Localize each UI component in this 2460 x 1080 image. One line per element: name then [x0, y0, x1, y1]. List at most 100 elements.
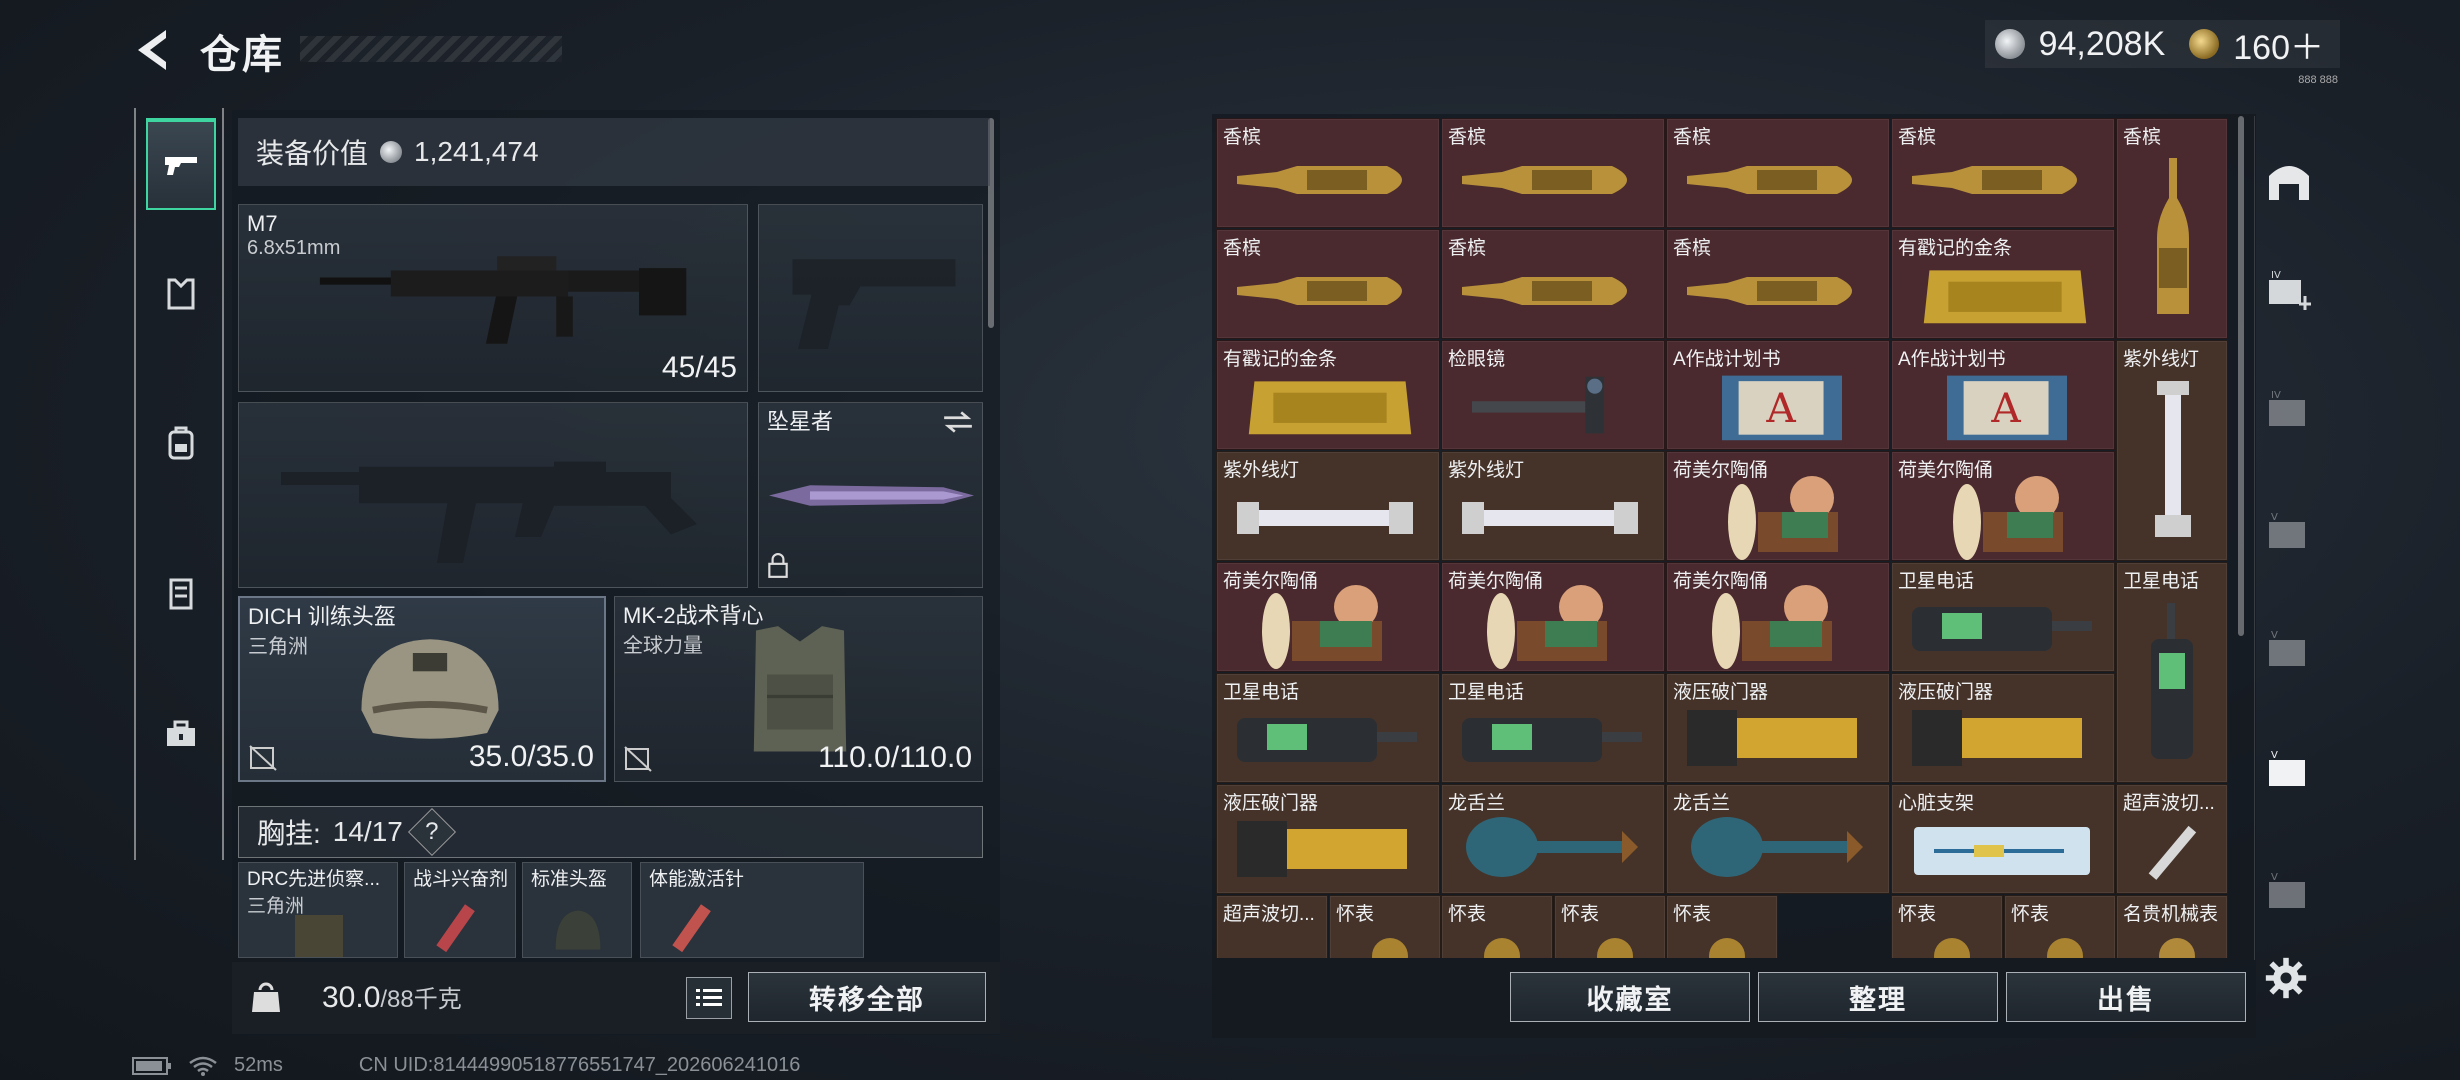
storage-item-breaching-tool[interactable]: 液压破门器	[1891, 673, 2115, 783]
pocket-watch-icon	[1484, 938, 1520, 958]
pocket-watch-icon	[1372, 938, 1408, 958]
primary-weapon-slot[interactable]: M7 6.8x51mm 45/45	[238, 204, 748, 392]
champagne-icon	[2157, 158, 2189, 314]
storage-item-breaching-tool[interactable]: 液压破门器	[1216, 784, 1440, 894]
storage-item-ultrasonic-cutter[interactable]: 超声波切...	[1216, 895, 1328, 958]
help-icon[interactable]: ?	[407, 807, 456, 857]
storage-item-figurine[interactable]: 荷美尔陶俑	[1666, 451, 1890, 561]
storage-item-uv-lamp[interactable]: 紫外线灯	[2116, 340, 2228, 561]
silver-coin-icon	[380, 141, 403, 163]
tab-storage-add[interactable]: IV	[2265, 266, 2313, 314]
ping-value: 52ms	[234, 1054, 283, 1076]
storage-item-champagne[interactable]: 香槟	[2116, 118, 2228, 339]
svg-text:V: V	[2271, 872, 2278, 883]
storage-item-champagne[interactable]: 香槟	[1216, 118, 1440, 228]
figurine-icon	[1728, 476, 1838, 560]
storage-item-sat-phone[interactable]: 卫星电话	[1441, 673, 1665, 783]
storage-item-figurine[interactable]: 荷美尔陶俑	[1216, 562, 1440, 672]
melee-slot[interactable]: 坠星者	[758, 402, 983, 588]
storage-item-sat-phone[interactable]: 卫星电话	[1891, 562, 2115, 672]
storage-item-uv-lamp[interactable]: 紫外线灯	[1216, 451, 1440, 561]
storage-item-gold-bar[interactable]: 有戳记的金条	[1216, 340, 1440, 450]
tab-storage-4[interactable]: IV	[2265, 386, 2313, 434]
storage-item-champagne[interactable]: 香槟	[1891, 118, 2115, 228]
storage-item-figurine[interactable]: 荷美尔陶俑	[1666, 562, 1890, 672]
helmet-slot[interactable]: DICH 训练头盔 三角洲 35.0/35.0	[238, 596, 606, 782]
storage-item-pocket-watch[interactable]: 怀表	[1554, 895, 1666, 958]
storage-item-champagne[interactable]: 香槟	[1441, 229, 1665, 339]
hydraulic-breacher-icon	[1237, 821, 1407, 877]
storage-item-figurine[interactable]: 荷美尔陶俑	[1441, 562, 1665, 672]
silver-coin-icon	[1994, 29, 2025, 59]
tab-storage-6[interactable]: V	[2265, 626, 2313, 674]
storage-item-pocket-watch[interactable]: 怀表	[2004, 895, 2116, 958]
collection-room-button[interactable]: 收藏室	[1510, 972, 1750, 1022]
storage-item-pocket-watch[interactable]: 怀表	[1891, 895, 2003, 958]
storage-item-pocket-watch[interactable]: 怀表	[1329, 895, 1441, 958]
pistol-silhouette-icon	[792, 259, 956, 349]
helmet-faction: 三角洲	[248, 636, 308, 658]
item-name: 怀表	[1561, 904, 1600, 925]
item-name: 检眼镜	[1448, 349, 1506, 370]
storage-item-heart-stent[interactable]: 心脏支架	[1891, 784, 2115, 894]
storage-item-uv-lamp[interactable]: 紫外线灯	[1441, 451, 1665, 561]
sell-button[interactable]: 出售	[2006, 972, 2246, 1022]
chest-item[interactable]: DRC先进侦察... 三角洲	[238, 862, 398, 958]
back-button[interactable]	[128, 24, 180, 76]
storage-item-ultrasonic-cutter[interactable]: 超声波切...	[2116, 784, 2228, 894]
storage-item-pocket-watch[interactable]: 怀表	[1666, 895, 1778, 958]
storage-scrollbar[interactable]	[2238, 116, 2244, 636]
weight-value: 30.0/88千克	[322, 979, 462, 1015]
tab-toolbox[interactable]	[146, 688, 216, 780]
storage-item-champagne[interactable]: 香槟	[1666, 229, 1890, 339]
storage-item-champagne[interactable]: 香槟	[1666, 118, 1890, 228]
ammo-case-icon: V	[2269, 872, 2305, 908]
tab-storage-8[interactable]: V	[2265, 868, 2313, 916]
pocket-watch-icon	[1709, 938, 1745, 958]
storage-item-gold-bar[interactable]: 有戳记的金条	[1891, 229, 2115, 339]
tab-chest-rig[interactable]	[146, 548, 216, 640]
sidearm-slot[interactable]	[758, 204, 983, 392]
secondary-weapon-slot[interactable]	[238, 402, 748, 588]
tab-weapons[interactable]	[146, 118, 216, 210]
chest-item-name: 战斗兴奋剂	[413, 869, 509, 890]
equipment-value: 1,241,474	[414, 136, 539, 167]
transfer-all-button[interactable]: 转移全部	[748, 972, 986, 1022]
storage-item-ophthalmoscope[interactable]: 检眼镜	[1441, 340, 1665, 450]
storage-item-tequila[interactable]: 龙舌兰	[1441, 784, 1665, 894]
pistol-icon	[165, 157, 197, 175]
storage-item-figurine[interactable]: 荷美尔陶俑	[1891, 451, 2115, 561]
storage-item-sat-phone[interactable]: 卫星电话	[1216, 673, 1440, 783]
storage-item-battle-plan[interactable]: A作战计划书 A	[1666, 340, 1890, 450]
tab-bunker[interactable]	[2265, 156, 2313, 204]
tab-armor[interactable]	[146, 248, 216, 340]
storage-item-pocket-watch[interactable]: 怀表	[1441, 895, 1553, 958]
settings-gear-icon[interactable]	[2264, 956, 2308, 1000]
storage-item-tequila[interactable]: 龙舌兰	[1666, 784, 1890, 894]
swap-icon[interactable]	[942, 411, 974, 433]
chest-item[interactable]: 战斗兴奋剂	[404, 862, 516, 958]
currency-display[interactable]: 94,208K 160＋	[1984, 20, 2340, 68]
chest-rig-icon	[169, 578, 193, 610]
storage-item-breaching-tool[interactable]: 液压破门器	[1666, 673, 1890, 783]
storage-item-champagne[interactable]: 香槟	[1441, 118, 1665, 228]
vest-slot[interactable]: MK-2战术背心 全球力量 110.0/110.0	[614, 596, 983, 782]
storage-item-battle-plan[interactable]: A作战计划书 A	[1891, 340, 2115, 450]
chest-item[interactable]: 体能激活针	[640, 862, 864, 958]
tab-storage-5[interactable]: V	[2265, 508, 2313, 556]
item-name: 名贵机械表	[2123, 904, 2219, 925]
storage-item-champagne[interactable]: 香槟	[1216, 229, 1440, 339]
document-icon: A	[1947, 375, 2067, 441]
champagne-icon	[1687, 277, 1852, 305]
chest-item-name: 标准头盔	[531, 869, 608, 890]
list-view-button[interactable]	[686, 977, 732, 1019]
tab-storage-7[interactable]: V	[2265, 746, 2313, 794]
helmet-icon	[555, 910, 601, 950]
gold-coin-icon	[2189, 29, 2220, 59]
storage-item-luxury-watch[interactable]: 名贵机械表	[2116, 895, 2228, 958]
chest-item[interactable]: 标准头盔	[522, 862, 632, 958]
storage-item-sat-phone[interactable]: 卫星电话	[2116, 562, 2228, 783]
tab-backpack[interactable]	[146, 398, 216, 490]
item-name: 怀表	[1448, 904, 1487, 925]
sort-button[interactable]: 整理	[1758, 972, 1998, 1022]
